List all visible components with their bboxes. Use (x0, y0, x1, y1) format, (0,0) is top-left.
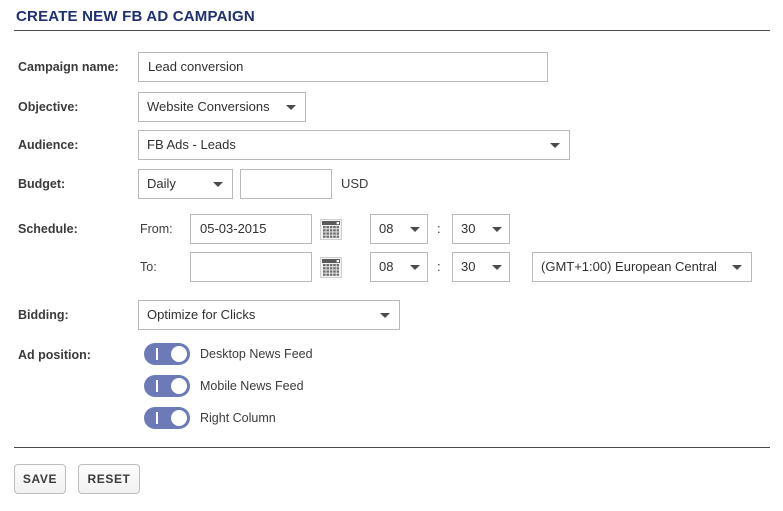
chevron-down-icon (286, 105, 296, 110)
bidding-select[interactable]: Optimize for Clicks (138, 300, 400, 330)
objective-label: Objective: (18, 100, 79, 114)
schedule-from-line: From: 05-03-2015 08: 30 (0, 214, 783, 244)
schedule-to-date-input[interactable] (190, 252, 312, 282)
objective-select[interactable]: Website Conversions (138, 92, 306, 122)
campaign-name-label: Campaign name: (18, 60, 119, 74)
toggle-label-desktop-news-feed: Desktop News Feed (200, 347, 313, 361)
budget-type-select[interactable]: Daily (138, 169, 233, 199)
chevron-down-icon (410, 227, 420, 232)
schedule-from-time-separator: : (437, 221, 441, 236)
schedule-to-label: To: (140, 260, 157, 274)
schedule-from-date-input[interactable]: 05-03-2015 (190, 214, 312, 244)
timezone-select-value: (GMT+1:00) European Central (541, 259, 717, 274)
schedule-to-hour-select[interactable]: 08 (370, 252, 428, 282)
form-row-budget: Budget: Daily USD (0, 169, 783, 199)
form-row-campaign-name: Campaign name: Lead conversion (0, 52, 783, 82)
campaign-name-input[interactable]: Lead conversion (138, 52, 548, 82)
toggle-label-right-column: Right Column (200, 411, 276, 425)
chevron-down-icon (213, 182, 223, 187)
budget-label: Budget: (18, 177, 66, 191)
form-row-bidding: Bidding: Optimize for Clicks (0, 300, 783, 330)
toggle-knob (171, 378, 187, 394)
toggle-bar-icon (156, 348, 158, 360)
form-row-audience: Audience: FB Ads - Leads (0, 130, 783, 160)
footer-divider (14, 447, 770, 448)
chevron-down-icon (380, 313, 390, 318)
form-row-schedule: Schedule: From: 05-03-2015 08: 30 To: 0… (0, 214, 783, 284)
form-row-ad-position: Ad position: Desktop News Feed Mobile Ne… (0, 340, 783, 440)
chevron-down-icon (410, 265, 420, 270)
toggle-knob (171, 346, 187, 362)
ad-position-option-row: Right Column (0, 404, 783, 436)
timezone-select[interactable]: (GMT+1:00) European Central (532, 252, 752, 282)
schedule-to-minute-value: 30 (461, 259, 476, 274)
form-row-objective: Objective: Website Conversions (0, 92, 783, 122)
page-title: CREATE NEW FB AD CAMPAIGN (16, 8, 255, 25)
objective-select-value: Website Conversions (147, 99, 270, 114)
toggle-bar-icon (156, 412, 158, 424)
calendar-icon[interactable] (320, 257, 342, 278)
schedule-to-line: To: 08: 30 (GMT+1:00) European Central (0, 252, 783, 282)
schedule-from-minute-value: 30 (461, 221, 476, 236)
schedule-from-minute-select[interactable]: 30 (452, 214, 510, 244)
budget-amount-input[interactable] (240, 169, 332, 199)
ad-position-option-row: Desktop News Feed (0, 340, 783, 372)
schedule-from-hour-select[interactable]: 08 (370, 214, 428, 244)
schedule-from-label: From: (140, 222, 173, 236)
toggle-knob (171, 410, 187, 426)
budget-type-value: Daily (147, 176, 176, 191)
reset-button[interactable]: RESET (78, 464, 140, 494)
chevron-down-icon (550, 143, 560, 148)
toggle-right-column[interactable] (144, 407, 190, 429)
audience-select[interactable]: FB Ads - Leads (138, 130, 570, 160)
schedule-to-minute-select[interactable]: 30 (452, 252, 510, 282)
audience-select-value: FB Ads - Leads (147, 137, 236, 152)
toggle-mobile-news-feed[interactable] (144, 375, 190, 397)
toggle-bar-icon (156, 380, 158, 392)
calendar-icon[interactable] (320, 219, 342, 240)
chevron-down-icon (492, 227, 502, 232)
toggle-label-mobile-news-feed: Mobile News Feed (200, 379, 304, 393)
schedule-from-hour-value: 08 (379, 221, 394, 236)
ad-position-option-row: Mobile News Feed (0, 372, 783, 404)
toggle-desktop-news-feed[interactable] (144, 343, 190, 365)
schedule-to-time-separator: : (437, 259, 441, 274)
bidding-select-value: Optimize for Clicks (147, 307, 256, 322)
audience-label: Audience: (18, 138, 79, 152)
budget-currency-label: USD (341, 176, 369, 191)
chevron-down-icon (492, 265, 502, 270)
schedule-to-hour-value: 08 (379, 259, 394, 274)
bidding-label: Bidding: (18, 308, 69, 322)
chevron-down-icon (732, 265, 742, 270)
save-button[interactable]: SAVE (14, 464, 66, 494)
header-divider (14, 30, 770, 31)
